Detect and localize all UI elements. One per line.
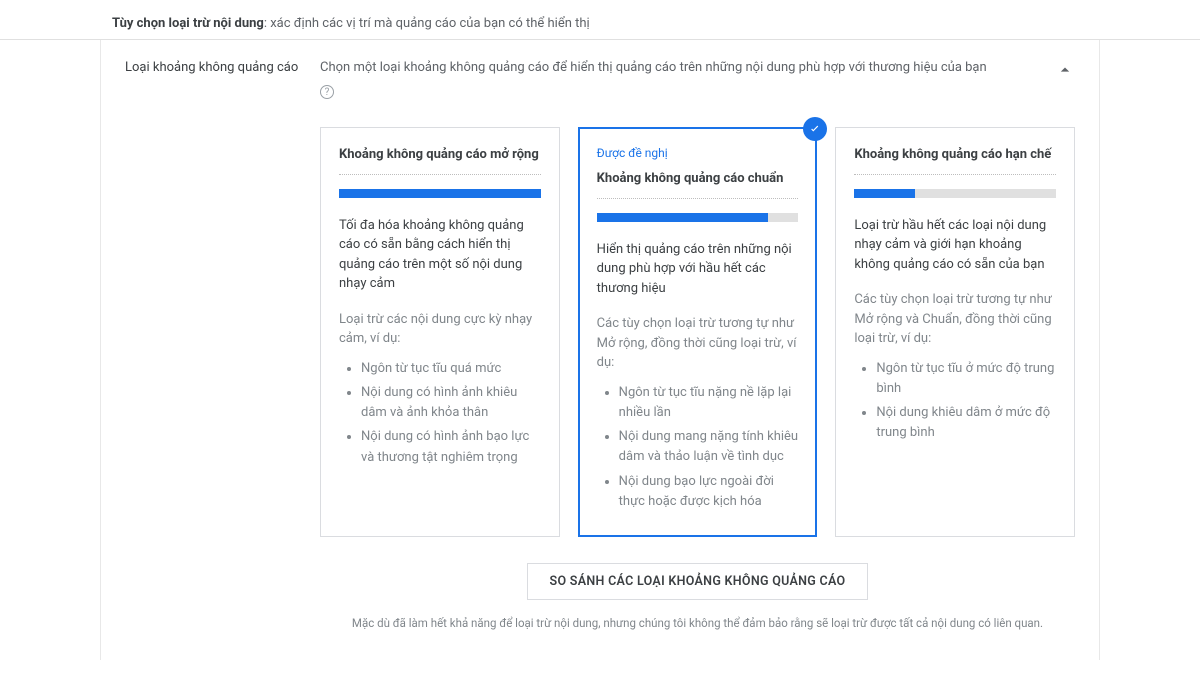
card-subheading: Loại trừ các nội dung cực kỳ nhạy cảm, v… [339, 310, 541, 349]
inventory-meter-fill [854, 189, 915, 198]
compare-wrap: SO SÁNH CÁC LOẠI KHOẢNG KHÔNG QUẢNG CÁO [320, 563, 1075, 600]
help-icon[interactable]: ? [320, 85, 334, 99]
card-description: Hiển thị quảng cáo trên những nội dung p… [597, 240, 799, 299]
list-item: Nội dung có hình ảnh khiêu dâm và ảnh kh… [361, 383, 541, 423]
section-label: Loại khoảng không quảng cáo [125, 58, 310, 78]
content-exclusion-header: Tùy chọn loại trừ nội dung: xác định các… [0, 8, 1200, 40]
recommended-label: Được đề nghị [597, 146, 799, 160]
list-item: Nội dung mang nặng tính khiêu dâm và thả… [619, 427, 799, 467]
inventory-meter [339, 189, 541, 198]
card-subheading: Các tùy chọn loại trừ tương tự như Mở rộ… [597, 314, 799, 373]
inventory-cards-row: Khoảng không quảng cáo mở rộng Tối đa hóa… [320, 127, 1075, 537]
list-item: Ngôn từ tục tĩu quá mức [361, 359, 541, 379]
card-subheading: Các tùy chọn loại trừ tương tự như Mở rộ… [854, 290, 1056, 349]
panel-header-row: Loại khoảng không quảng cáo Chọn một loạ… [125, 58, 1075, 630]
exclusion-list: Ngôn từ tục tĩu ở mức độ trung bìnhNội d… [854, 359, 1056, 444]
inventory-type-panel: Loại khoảng không quảng cáo Chọn một loạ… [100, 40, 1100, 660]
inventory-card[interactable]: Khoảng không quảng cáo mở rộng Tối đa hóa… [320, 127, 560, 537]
exclusion-list: Ngôn từ tục tĩu nặng nề lặp lại nhiều lầ… [597, 383, 799, 512]
disclaimer-text: Mặc dù đã làm hết khả năng để loại trừ n… [320, 616, 1075, 630]
inventory-meter [597, 213, 799, 222]
card-title: Khoảng không quảng cáo hạn chế [854, 146, 1056, 175]
list-item: Nội dung có hình ảnh bạo lực và thương t… [361, 427, 541, 467]
header-title-bold: Tùy chọn loại trừ nội dung [112, 16, 264, 31]
compare-inventory-button[interactable]: SO SÁNH CÁC LOẠI KHOẢNG KHÔNG QUẢNG CÁO [527, 563, 869, 600]
inventory-meter [854, 189, 1056, 198]
card-description: Tối đa hóa khoảng không quảng cáo có sẵn… [339, 216, 541, 294]
card-description: Loại trừ hầu hết các loại nội dung nhạy … [854, 216, 1056, 275]
list-item: Nội dung bạo lực ngoài đời thực hoặc đượ… [619, 472, 799, 512]
list-item: Ngôn từ tục tĩu ở mức độ trung bình [876, 359, 1056, 399]
inventory-meter-fill [339, 189, 541, 198]
header-title-rest: : xác định các vị trí mà quảng cáo của b… [264, 16, 590, 31]
exclusion-list: Ngôn từ tục tĩu quá mức Nội dung có hình … [339, 359, 541, 468]
section-right: Chọn một loại khoảng không quảng cáo để … [320, 58, 1075, 630]
inventory-card[interactable]: Khoảng không quảng cáo hạn chế Loại trừ h… [835, 127, 1075, 537]
app-root: Tùy chọn loại trừ nội dung: xác định các… [0, 0, 1200, 675]
selected-check-icon [803, 117, 827, 141]
card-title: Khoảng không quảng cáo chuẩn [597, 170, 799, 199]
card-title: Khoảng không quảng cáo mở rộng [339, 146, 541, 175]
list-item: Nội dung khiêu dâm ở mức độ trung bình [876, 403, 1056, 443]
list-item: Ngôn từ tục tĩu nặng nề lặp lại nhiều lầ… [619, 383, 799, 423]
inventory-card[interactable]: Được đề nghị Khoảng không quảng cáo chuẩn… [578, 127, 818, 537]
collapse-toggle[interactable] [1055, 60, 1075, 80]
chevron-up-icon [1055, 69, 1075, 84]
inventory-meter-fill [597, 213, 768, 222]
section-description: Chọn một loại khoảng không quảng cáo để … [320, 58, 1075, 79]
